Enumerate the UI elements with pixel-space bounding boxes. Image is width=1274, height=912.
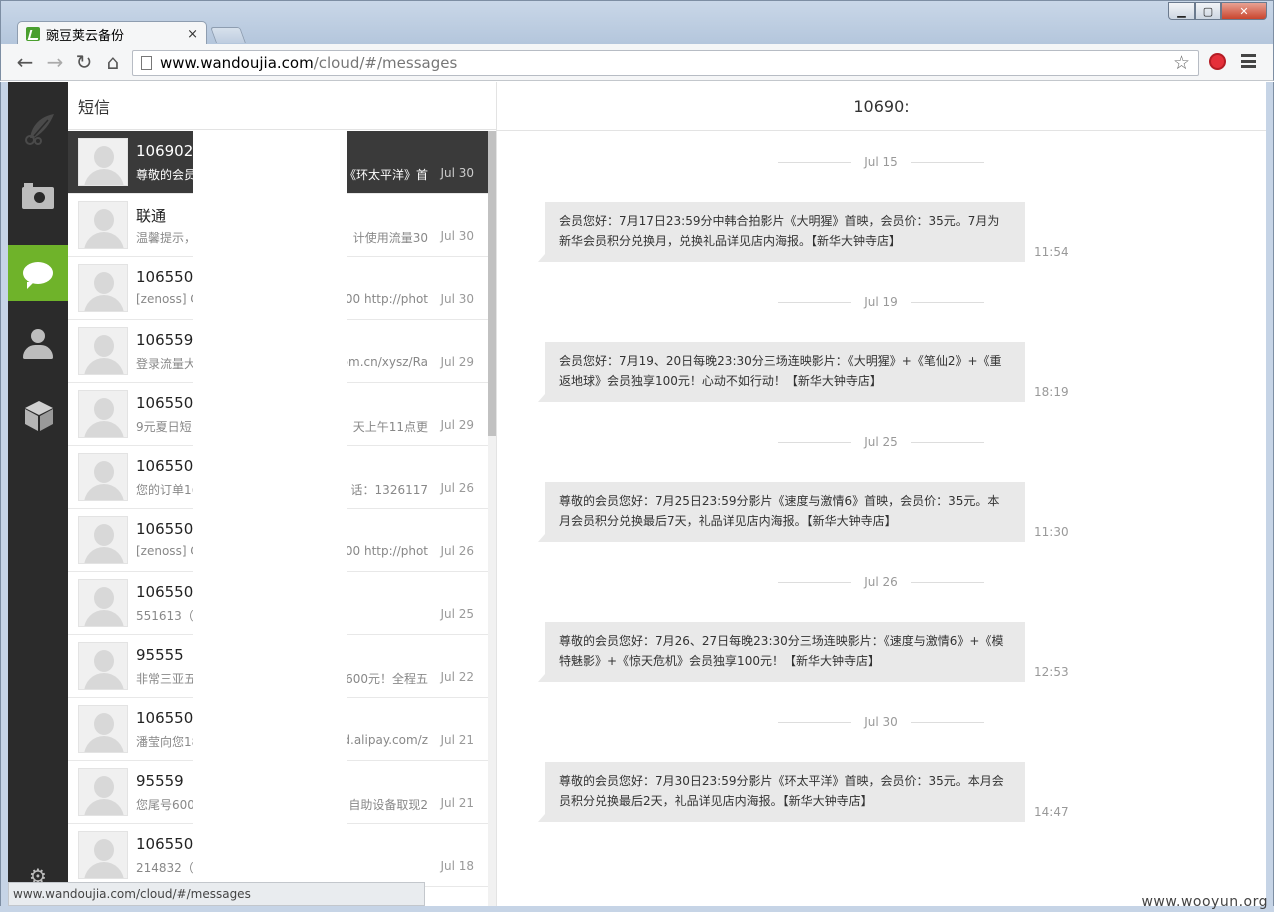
date-separator: Jul 30 (778, 715, 984, 729)
message-bubble: 尊敬的会员您好：7月26、27日每晚23:30分三场连映影片：《速度与激情6》+… (538, 622, 1025, 682)
message-time: 12:53 (1034, 665, 1069, 679)
avatar (78, 453, 128, 501)
message-date: Jul 25 (440, 607, 474, 621)
conversation-title: 10690: (497, 82, 1266, 131)
date-separator: Jul 26 (778, 575, 984, 589)
list-scrollbar-thumb[interactable] (488, 131, 496, 436)
message-bubble: 尊敬的会员您好：7月30日23:59分影片《环太平洋》首映，会员价：35元。本月… (538, 762, 1025, 822)
sidebar-item-apps[interactable] (8, 387, 68, 443)
status-bar-url: www.wandoujia.com/cloud/#/messages (8, 882, 425, 906)
list-scrollbar[interactable] (488, 131, 496, 906)
message-bubble: 会员您好：7月17日23:59分中韩合拍影片《大明猩》首映，会员价：35元。7月… (538, 202, 1025, 262)
message-date: Jul 29 (440, 355, 474, 369)
message-time: 18:19 (1034, 385, 1069, 399)
back-arrow-icon[interactable]: ← (13, 50, 37, 74)
bookmark-star-icon[interactable]: ☆ (1173, 52, 1190, 74)
app-area: ⚙ 短信 短信 1069026尊敬的会员《环太平洋》首Jul 30联通温馨提示，… (8, 82, 1266, 906)
chrome-menu-icon[interactable] (1241, 54, 1256, 68)
new-tab-button[interactable] (210, 27, 246, 43)
browser-toolbar: ← → ↻ ⌂ www.wandoujia.com/cloud/#/messag… (0, 44, 1274, 81)
message-time: 11:30 (1034, 525, 1069, 539)
avatar (78, 768, 128, 816)
avatar (78, 390, 128, 438)
camera-icon (22, 183, 54, 209)
contact-person-icon (22, 329, 54, 359)
message-date: Jul 30 (440, 229, 474, 243)
conversation-panel: 10690: Jul 15 会员您好：7月17日23:59分中韩合拍影片《大明猩》… (497, 82, 1266, 906)
message-date: Jul 22 (440, 670, 474, 684)
list-title: 短信 (68, 82, 496, 130)
message-bubble: 会员您好：7月19、20日每晚23:30分三场连映影片：《大明猩》+《笔仙2》+… (538, 342, 1025, 402)
contact-name: 95555 (136, 646, 184, 664)
watermark: www.wooyun.org (1141, 894, 1268, 910)
close-window-button[interactable]: ✕ (1221, 2, 1267, 20)
sidebar-item-photos[interactable] (8, 170, 68, 226)
browser-tab[interactable]: 豌豆荚云备份 × (17, 21, 207, 46)
sidebar-item-contacts[interactable] (8, 316, 68, 372)
avatar (78, 831, 128, 879)
tab-close-icon[interactable]: × (187, 27, 198, 42)
date-separator: Jul 25 (778, 435, 984, 449)
message-date: Jul 18 (440, 859, 474, 873)
avatar (78, 201, 128, 249)
window-frame-left (0, 82, 8, 912)
message-time: 11:54 (1034, 245, 1069, 259)
minimize-button[interactable]: ▁ (1168, 2, 1195, 20)
message-date: Jul 26 (440, 481, 474, 495)
sidebar: ⚙ (8, 82, 68, 906)
redaction-overlay (193, 131, 347, 906)
message-date: Jul 26 (440, 544, 474, 558)
app-cube-icon (24, 400, 53, 431)
window-controls: ▁ ▢ ✕ (1168, 2, 1267, 20)
url-path: /cloud/#/messages (313, 54, 458, 72)
wandoujia-favicon-icon (26, 27, 40, 41)
contact-name: 95559 (136, 772, 184, 790)
url-host: www.wandoujia.com (160, 54, 314, 72)
home-icon[interactable]: ⌂ (101, 50, 125, 74)
avatar (78, 516, 128, 564)
avatar (78, 327, 128, 375)
sidebar-logo[interactable] (8, 98, 68, 154)
message-date: Jul 30 (440, 166, 474, 180)
page-icon (141, 56, 152, 70)
avatar (78, 642, 128, 690)
message-date: Jul 21 (440, 733, 474, 747)
contact-name: 联通 (136, 207, 167, 225)
message-time: 14:47 (1034, 805, 1069, 819)
date-separator: Jul 15 (778, 155, 984, 169)
message-bubble-icon (23, 262, 53, 289)
wandoujia-logo-icon (22, 110, 54, 145)
avatar (78, 138, 128, 186)
avatar (78, 705, 128, 753)
address-bar[interactable]: www.wandoujia.com/cloud/#/messages ☆ (132, 50, 1199, 76)
avatar (78, 579, 128, 627)
sidebar-item-messages[interactable] (8, 245, 68, 301)
window-frame-bottom (0, 906, 1274, 912)
avatar (78, 264, 128, 312)
extension-icon[interactable] (1209, 53, 1226, 70)
reload-icon[interactable]: ↻ (72, 50, 96, 74)
message-bubble: 尊敬的会员您好：7月25日23:59分影片《速度与激情6》首映，会员价：35元。… (538, 482, 1025, 542)
date-separator: Jul 19 (778, 295, 984, 309)
message-date: Jul 21 (440, 796, 474, 810)
window-frame-right (1266, 82, 1274, 912)
maximize-button[interactable]: ▢ (1195, 2, 1221, 20)
tab-title: 豌豆荚云备份 (46, 28, 125, 44)
forward-arrow-icon[interactable]: → (43, 50, 67, 74)
message-date: Jul 29 (440, 418, 474, 432)
message-date: Jul 30 (440, 292, 474, 306)
window-titlebar: 豌豆荚云备份 × ▁ ▢ ✕ (0, 0, 1274, 46)
message-list-panel: 短信 1069026 尊敬的会员 《环太平洋》首 Jul 30 联通 温馨提示， 计使用流量… (68, 82, 497, 906)
